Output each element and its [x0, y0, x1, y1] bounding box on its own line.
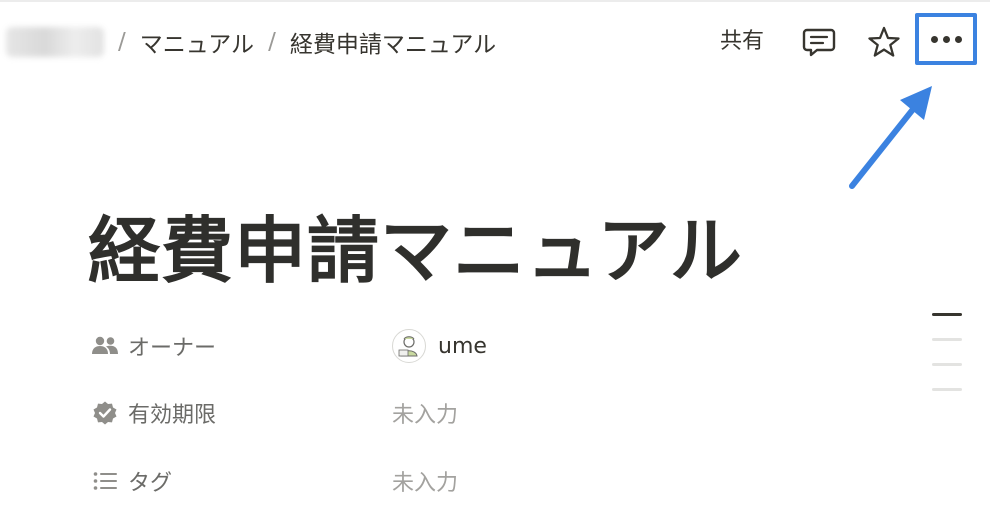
outline-tick[interactable]	[932, 388, 962, 391]
property-label[interactable]: オーナー	[90, 330, 392, 362]
star-icon	[868, 26, 900, 57]
breadcrumb-separator: /	[268, 29, 276, 55]
user-avatar	[392, 329, 426, 363]
workspace-name-blurred[interactable]	[6, 27, 104, 57]
share-button[interactable]: 共有	[720, 26, 764, 58]
list-icon	[90, 468, 120, 494]
property-label-text: 有効期限	[128, 403, 217, 428]
breadcrumb-separator: /	[118, 29, 126, 55]
owner-name: ume	[438, 333, 487, 359]
outline-navigation[interactable]	[932, 313, 962, 413]
outline-tick[interactable]	[932, 363, 962, 366]
page-title[interactable]: 経費申請マニュアル	[88, 192, 743, 297]
property-value-expiry[interactable]: 未入力	[392, 397, 458, 429]
top-bar: / マニュアル / 経費申請マニュアル 共有	[0, 0, 990, 80]
property-value-tags[interactable]: 未入力	[392, 465, 458, 497]
outline-tick[interactable]	[932, 338, 962, 341]
comment-icon	[802, 28, 836, 57]
more-options-button[interactable]	[915, 13, 977, 65]
outline-tick-active[interactable]	[932, 313, 962, 316]
comment-button[interactable]	[797, 22, 841, 62]
property-value-owner[interactable]: ume	[392, 329, 487, 363]
verified-badge-icon	[90, 400, 120, 426]
property-row-tags: タグ 未入力	[90, 461, 690, 501]
property-row-owner: オーナー ume	[90, 326, 690, 366]
people-icon	[90, 333, 120, 359]
property-row-expiry: 有効期限 未入力	[90, 393, 690, 433]
breadcrumb-item-current[interactable]: 経費申請マニュアル	[290, 25, 496, 59]
breadcrumb-item-manual[interactable]: マニュアル	[140, 25, 254, 59]
property-label[interactable]: 有効期限	[90, 397, 392, 429]
property-label[interactable]: タグ	[90, 465, 392, 497]
favorite-button[interactable]	[862, 22, 906, 62]
property-label-text: タグ	[128, 471, 173, 496]
avatar-illustration-icon	[398, 336, 418, 357]
breadcrumb: / マニュアル / 経費申請マニュアル	[6, 24, 496, 60]
more-icon	[930, 35, 962, 43]
property-label-text: オーナー	[128, 336, 217, 361]
notion-page: / マニュアル / 経費申請マニュアル 共有 経費申請マニュアル オーナー um…	[0, 0, 990, 516]
annotation-arrow	[849, 86, 932, 189]
